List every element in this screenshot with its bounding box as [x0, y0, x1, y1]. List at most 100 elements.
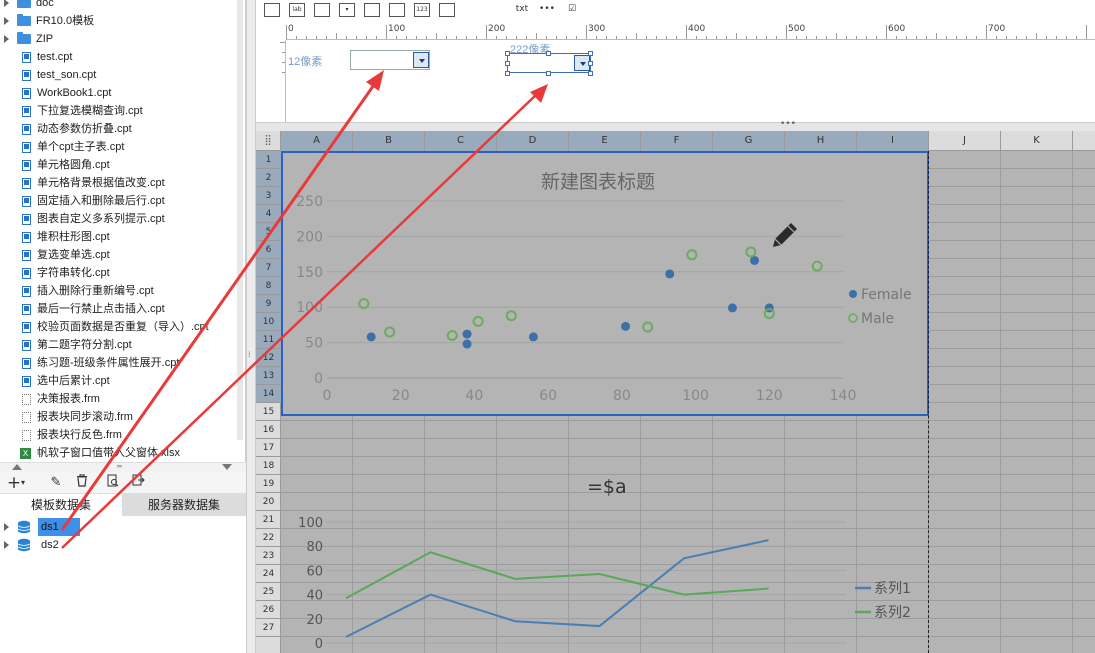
textarea-widget-icon[interactable] — [439, 3, 455, 17]
drag-grip-icon[interactable]: ⁞ — [248, 350, 251, 359]
scatter-point-female[interactable] — [366, 332, 376, 342]
row-header-1[interactable]: 1 — [256, 151, 281, 169]
tree-item[interactable]: 堆积柱形图.cpt — [22, 228, 110, 246]
resize-handle[interactable] — [588, 71, 593, 76]
series-line-2[interactable] — [345, 551, 769, 600]
tree-item[interactable]: doc — [0, 0, 54, 12]
tree-item[interactable]: 图表自定义多系列提示.cpt — [22, 210, 165, 228]
parameter-panel-splitter[interactable]: ••• — [256, 119, 1095, 131]
tree-item[interactable]: 决策报表.frm — [22, 390, 100, 408]
row-header-13[interactable]: 13 — [256, 367, 281, 385]
resize-handle[interactable] — [546, 71, 551, 76]
radiogroup-widget-icon[interactable] — [464, 3, 480, 17]
param-combo-2[interactable] — [507, 53, 591, 73]
tree-item[interactable]: 最后一行禁止点击插入.cpt — [22, 300, 165, 318]
row-header-6[interactable]: 6 — [256, 241, 281, 259]
tree-item[interactable]: 插入删除行重新编号.cpt — [22, 282, 154, 300]
dataset-row-ds1[interactable]: ds1 — [0, 518, 80, 536]
expand-arrow-icon[interactable] — [4, 0, 9, 8]
tree-item[interactable]: 练习题-班级条件属性展开.cpt — [22, 354, 179, 372]
dataset-row-ds2[interactable]: ds2 — [0, 536, 62, 554]
scatter-point-female[interactable] — [462, 329, 472, 339]
checkbox-widget-icon[interactable]: ☑ — [564, 3, 580, 17]
tree-item[interactable]: FR10.0模板 — [0, 12, 94, 30]
column-header-I[interactable]: I — [857, 131, 929, 151]
row-header-18[interactable]: 18 — [256, 457, 281, 475]
tree-item[interactable]: 单元格圆角.cpt — [22, 156, 110, 174]
scatter-chart[interactable]: 新建图表标题 0 50 100 150 200 250 0 20 40 60 80 100 120 140… — [281, 151, 929, 416]
tree-item[interactable]: WorkBook1.cpt — [22, 84, 111, 102]
add-dataset-menu-icon[interactable]: ▾ — [18, 474, 28, 492]
resize-handle[interactable] — [505, 71, 510, 76]
row-header-9[interactable]: 9 — [256, 295, 281, 313]
resize-handle[interactable] — [588, 51, 593, 56]
row-header-21[interactable]: 21 — [256, 511, 281, 529]
button-widget-icon[interactable] — [264, 3, 280, 17]
row-header-2[interactable]: 2 — [256, 169, 281, 187]
report-sheet[interactable]: ⣿ ABCDEFGHIJK 1 2 3 4 5 6 7 8 9 10 11 12 13 14 15 16 17 1… — [256, 131, 1095, 653]
tree-item[interactable]: 复选变单选.cpt — [22, 246, 110, 264]
legend-label[interactable]: 系列1 — [874, 581, 911, 597]
scatter-point-female[interactable] — [621, 321, 631, 331]
tree-item[interactable]: test_son.cpt — [22, 66, 96, 84]
collapse-down-icon[interactable] — [222, 464, 232, 470]
scatter-point-male[interactable] — [745, 246, 757, 258]
column-header-G[interactable]: G — [713, 131, 785, 151]
column-header-E[interactable]: E — [569, 131, 641, 151]
scatter-point-male[interactable] — [686, 249, 698, 261]
legend-label[interactable]: Female — [861, 287, 912, 303]
row-header-10[interactable]: 10 — [256, 313, 281, 331]
param-combo-1[interactable] — [350, 50, 430, 70]
row-header-17[interactable]: 17 — [256, 439, 281, 457]
edit-dataset-button[interactable]: ✎ — [46, 474, 66, 492]
scatter-point-male[interactable] — [472, 315, 484, 327]
series-line-1[interactable] — [345, 539, 769, 638]
preview-dataset-button[interactable] — [103, 474, 123, 492]
row-header-11[interactable]: 11 — [256, 331, 281, 349]
row-header-16[interactable]: 16 — [256, 421, 281, 439]
tree-item[interactable]: 单元格背景根据值改变.cpt — [22, 174, 165, 192]
resize-handle[interactable] — [588, 61, 593, 66]
list-widget-icon[interactable] — [614, 3, 630, 17]
tree-item[interactable]: 报表块同步滚动.frm — [22, 408, 133, 426]
tree-item[interactable]: test.cpt — [22, 48, 72, 66]
row-header-4[interactable]: 4 — [256, 205, 281, 223]
row-header-3[interactable]: 3 — [256, 187, 281, 205]
select-all-corner[interactable]: ⣿ — [256, 131, 281, 151]
row-header-12[interactable]: 12 — [256, 349, 281, 367]
row-header-24[interactable]: 24 — [256, 565, 281, 583]
tree-item[interactable]: 下拉复选模糊查询.cpt — [22, 102, 143, 120]
scatter-point-male[interactable] — [384, 326, 396, 338]
scatter-point-male[interactable] — [811, 260, 823, 272]
row-header-26[interactable]: 26 — [256, 601, 281, 619]
column-header-H[interactable]: H — [785, 131, 857, 151]
tab-server-datasets[interactable]: 服务器数据集 — [122, 494, 246, 516]
resize-handle[interactable] — [546, 51, 551, 56]
column-header-A[interactable]: A — [281, 131, 353, 151]
scatter-point-female[interactable] — [665, 269, 675, 279]
expand-arrow-icon[interactable] — [4, 541, 9, 549]
label-widget-icon[interactable]: lab — [289, 3, 305, 17]
column-header-J[interactable]: J — [929, 131, 1001, 151]
tree-item[interactable]: 第二题字符分割.cpt — [22, 336, 132, 354]
column-header-C[interactable]: C — [425, 131, 497, 151]
number-widget-icon[interactable]: 123 — [414, 3, 430, 17]
column-header-K[interactable]: K — [1001, 131, 1073, 151]
tree-item[interactable]: 单个cpt主子表.cpt — [22, 138, 124, 156]
tree-item[interactable]: 动态参数仿折叠.cpt — [22, 120, 132, 138]
drag-grip-icon[interactable]: ••• — [780, 119, 796, 129]
tree-item[interactable]: 选中后累计.cpt — [22, 372, 110, 390]
tab-template-datasets[interactable]: 模板数据集 — [0, 494, 122, 516]
combobox-widget-icon[interactable]: ▾ — [339, 3, 355, 17]
collapse-up-icon[interactable] — [12, 464, 22, 470]
tree-scrollbar[interactable] — [237, 0, 243, 440]
dropdown-arrow-icon[interactable] — [413, 52, 429, 68]
expand-arrow-icon[interactable] — [4, 17, 9, 26]
column-header-F[interactable]: F — [641, 131, 713, 151]
scatter-point-female[interactable] — [528, 332, 538, 342]
scatter-point-male[interactable] — [642, 321, 654, 333]
row-header-27[interactable]: 27 — [256, 619, 281, 637]
line-chart[interactable]: =$a 0 20 40 60 80 100 系列1 系列2 — [281, 473, 931, 653]
tree-item[interactable]: ZIP — [0, 30, 53, 48]
row-header-19[interactable]: 19 — [256, 475, 281, 493]
